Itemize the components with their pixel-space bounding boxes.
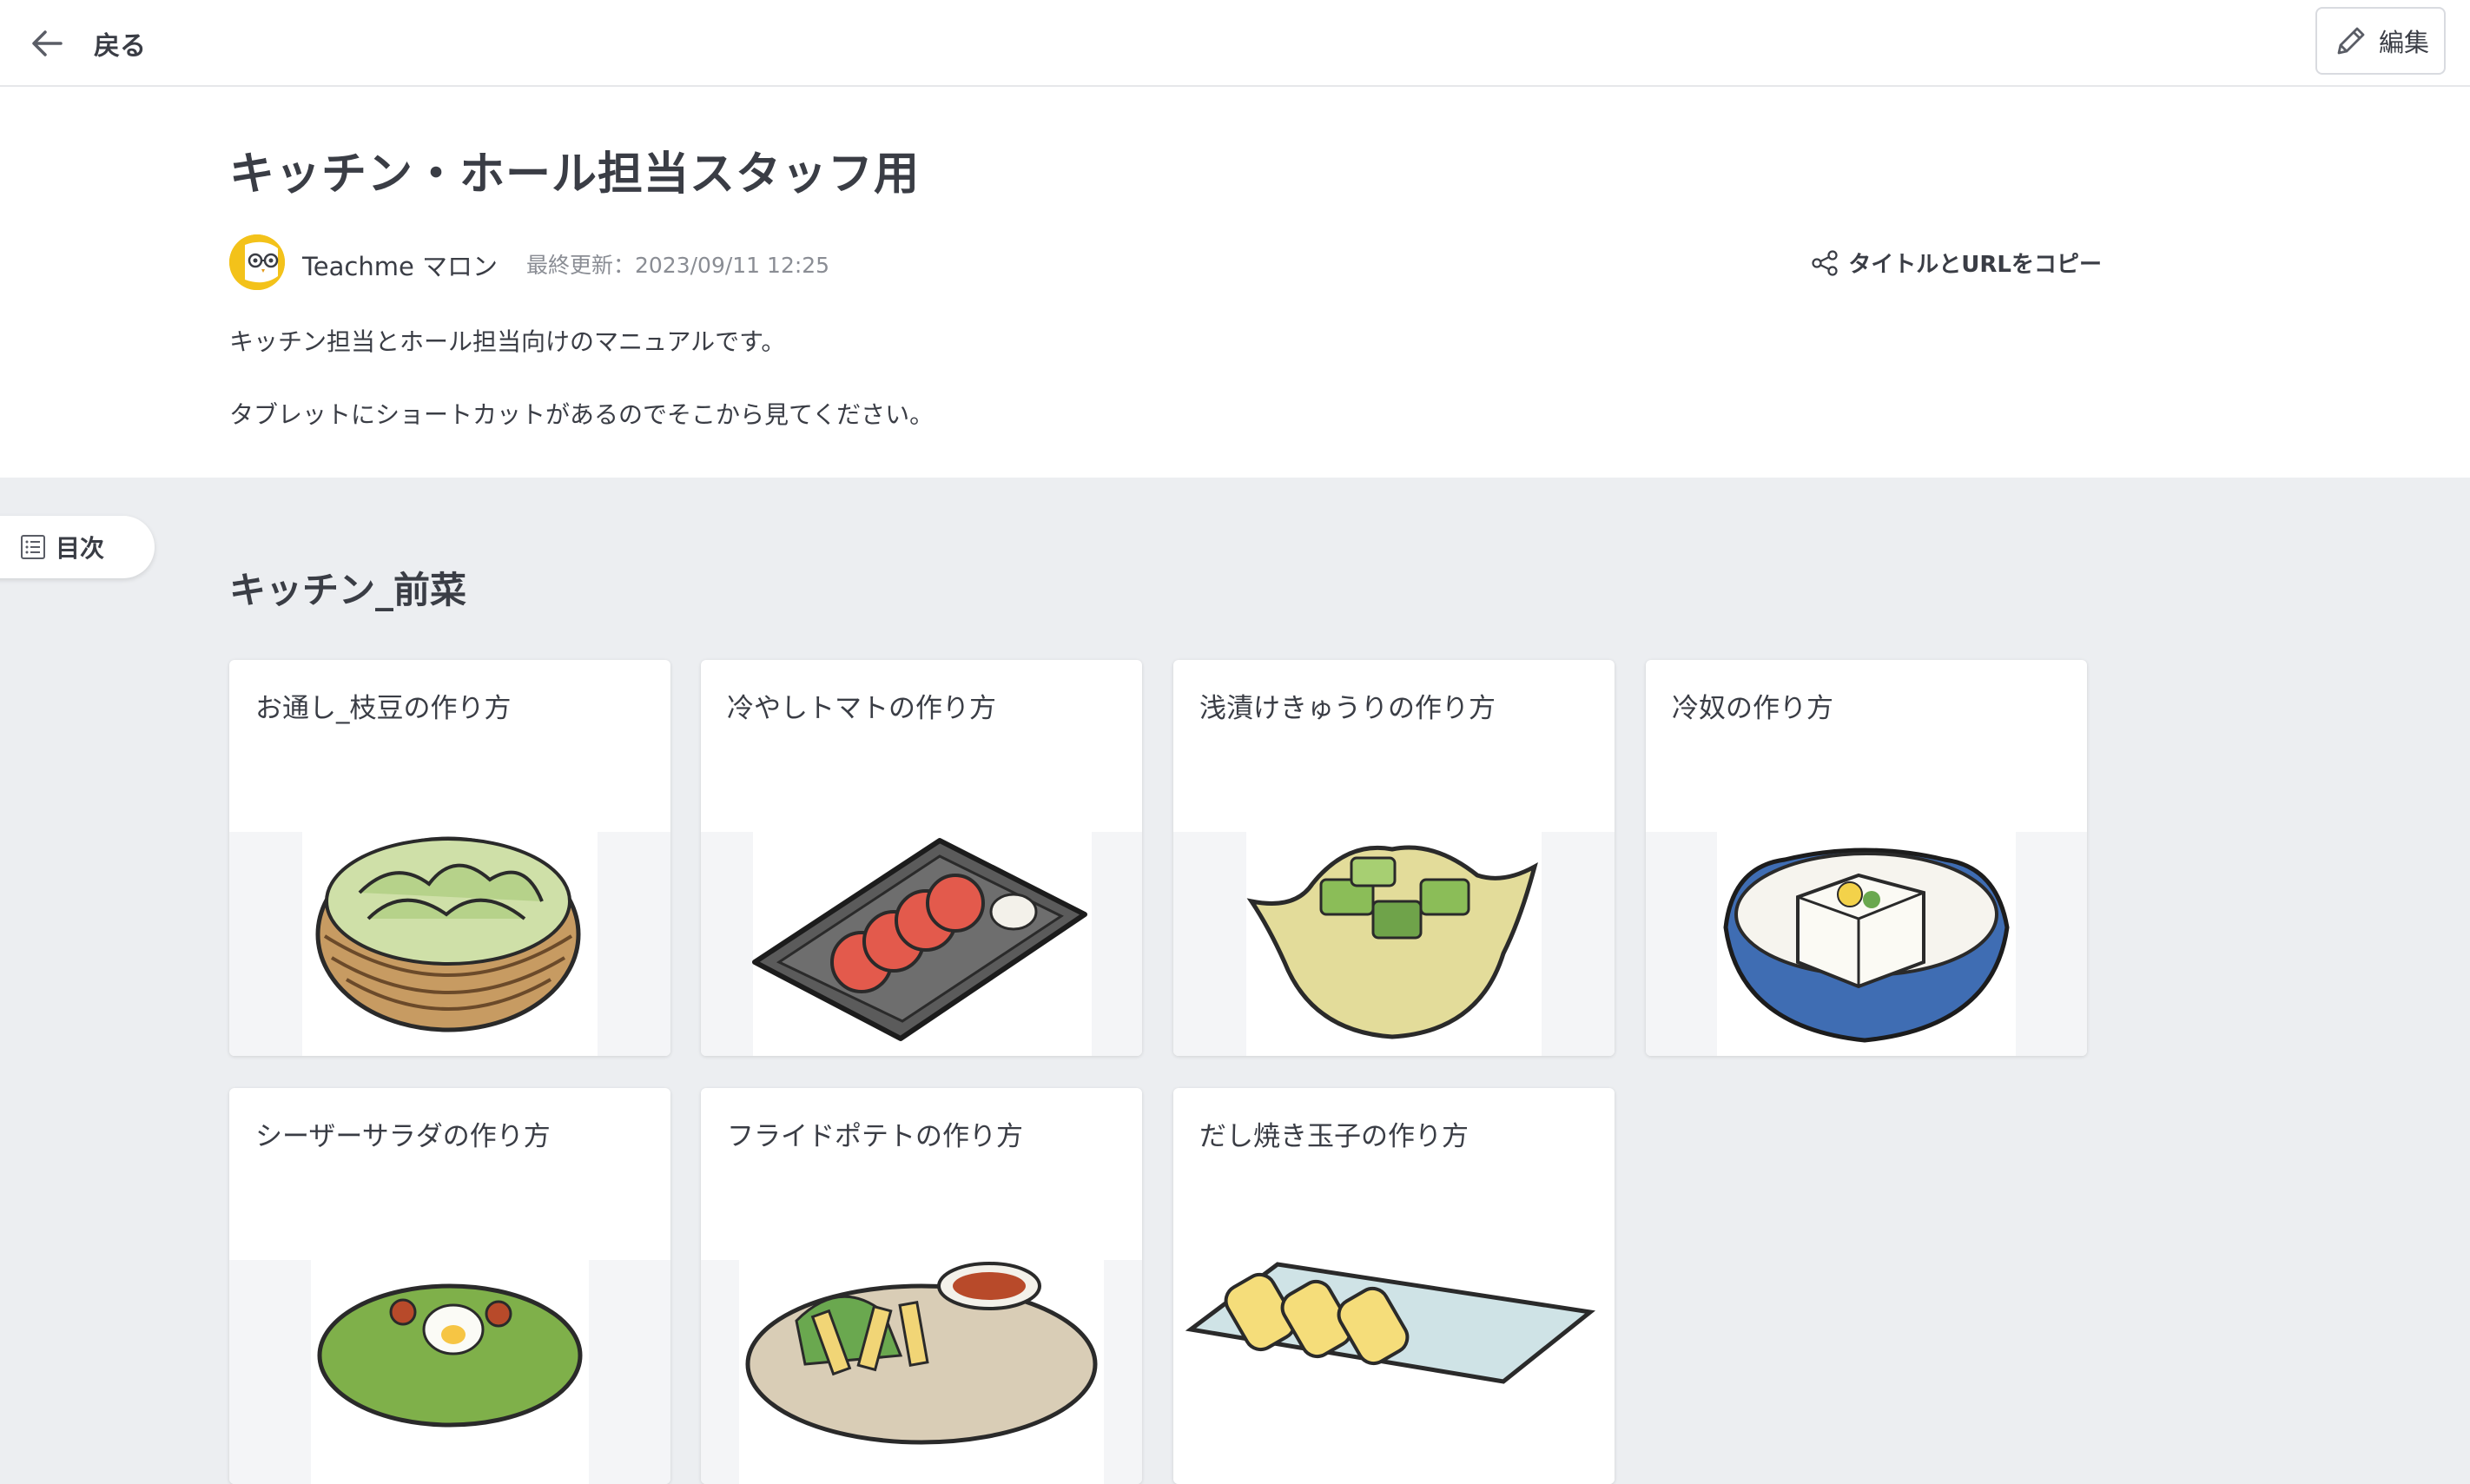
cucumber-icon — [1246, 845, 1538, 1039]
description-line: タブレットにショートカットがあるのでそこから見てください。 — [229, 400, 935, 429]
fries-icon — [745, 1262, 1098, 1445]
card-image — [701, 1260, 1142, 1484]
card-image — [229, 832, 670, 1056]
manual-card[interactable]: シーザーサラダの作り方 — [229, 1088, 670, 1484]
card-title: 冷奴の作り方 — [1672, 693, 1833, 724]
pencil-icon — [2337, 27, 2365, 55]
tomato-icon — [752, 838, 1087, 1041]
manual-card[interactable]: お通し_枝豆の作り方 — [229, 660, 670, 1056]
card-title: だし焼き玉子の作り方 — [1199, 1121, 1469, 1152]
card-image — [1173, 1260, 1615, 1484]
last-updated: 最終更新：2023/09/11 12:25 — [526, 253, 830, 278]
top-bar: 戻る 編集 — [0, 0, 2470, 87]
card-title: シーザーサラダの作り方 — [255, 1121, 551, 1152]
copy-label: タイトルとURLをコピー — [1848, 252, 2102, 278]
copy-title-url-button[interactable]: タイトルとURLをコピー — [1810, 247, 2102, 279]
card-image — [229, 1260, 670, 1484]
page-header: キッチン・ホール担当スタッフ用 Teachme マロン 最終更新：2023/09… — [0, 87, 2470, 478]
list-icon — [21, 535, 45, 559]
description-line: キッチン担当とホール担当向けのマニュアルです。 — [229, 327, 786, 356]
edamame-icon — [315, 836, 581, 1032]
card-title: 浅漬けきゅうりの作り方 — [1199, 693, 1496, 724]
edit-label: 編集 — [2378, 28, 2429, 57]
manual-card[interactable]: 浅漬けきゅうりの作り方 — [1173, 660, 1615, 1056]
section-title: キッチン_前菜 — [229, 569, 467, 611]
arrow-left-icon — [32, 30, 63, 56]
share-icon — [1812, 249, 1838, 276]
manual-card[interactable]: だし焼き玉子の作り方 — [1173, 1088, 1615, 1484]
card-title: 冷やしトマトの作り方 — [727, 693, 996, 724]
card-title: お通し_枝豆の作り方 — [255, 693, 512, 724]
avatar — [229, 234, 285, 290]
manual-card[interactable]: フライドポテトの作り方 — [701, 1088, 1142, 1484]
author-name[interactable]: Teachme マロン — [302, 247, 498, 283]
manual-card[interactable]: 冷奴の作り方 — [1646, 660, 2087, 1056]
tofu-icon — [1723, 848, 2010, 1043]
tamagoyaki-icon — [1185, 1262, 1596, 1384]
card-image — [1646, 832, 2087, 1056]
toc-button[interactable]: 目次 — [0, 516, 155, 578]
card-title: フライドポテトの作り方 — [727, 1121, 1023, 1152]
toc-label: 目次 — [56, 534, 105, 563]
back-button[interactable]: 戻る — [26, 21, 146, 66]
page-title: キッチン・ホール担当スタッフ用 — [229, 148, 921, 201]
manual-card[interactable]: 冷やしトマトの作り方 — [701, 660, 1142, 1056]
salad-icon — [317, 1283, 583, 1428]
card-image — [1173, 832, 1615, 1056]
edit-button[interactable]: 編集 — [2315, 7, 2446, 75]
owl-avatar-icon — [229, 234, 285, 290]
back-label: 戻る — [94, 31, 146, 62]
card-image — [701, 832, 1142, 1056]
